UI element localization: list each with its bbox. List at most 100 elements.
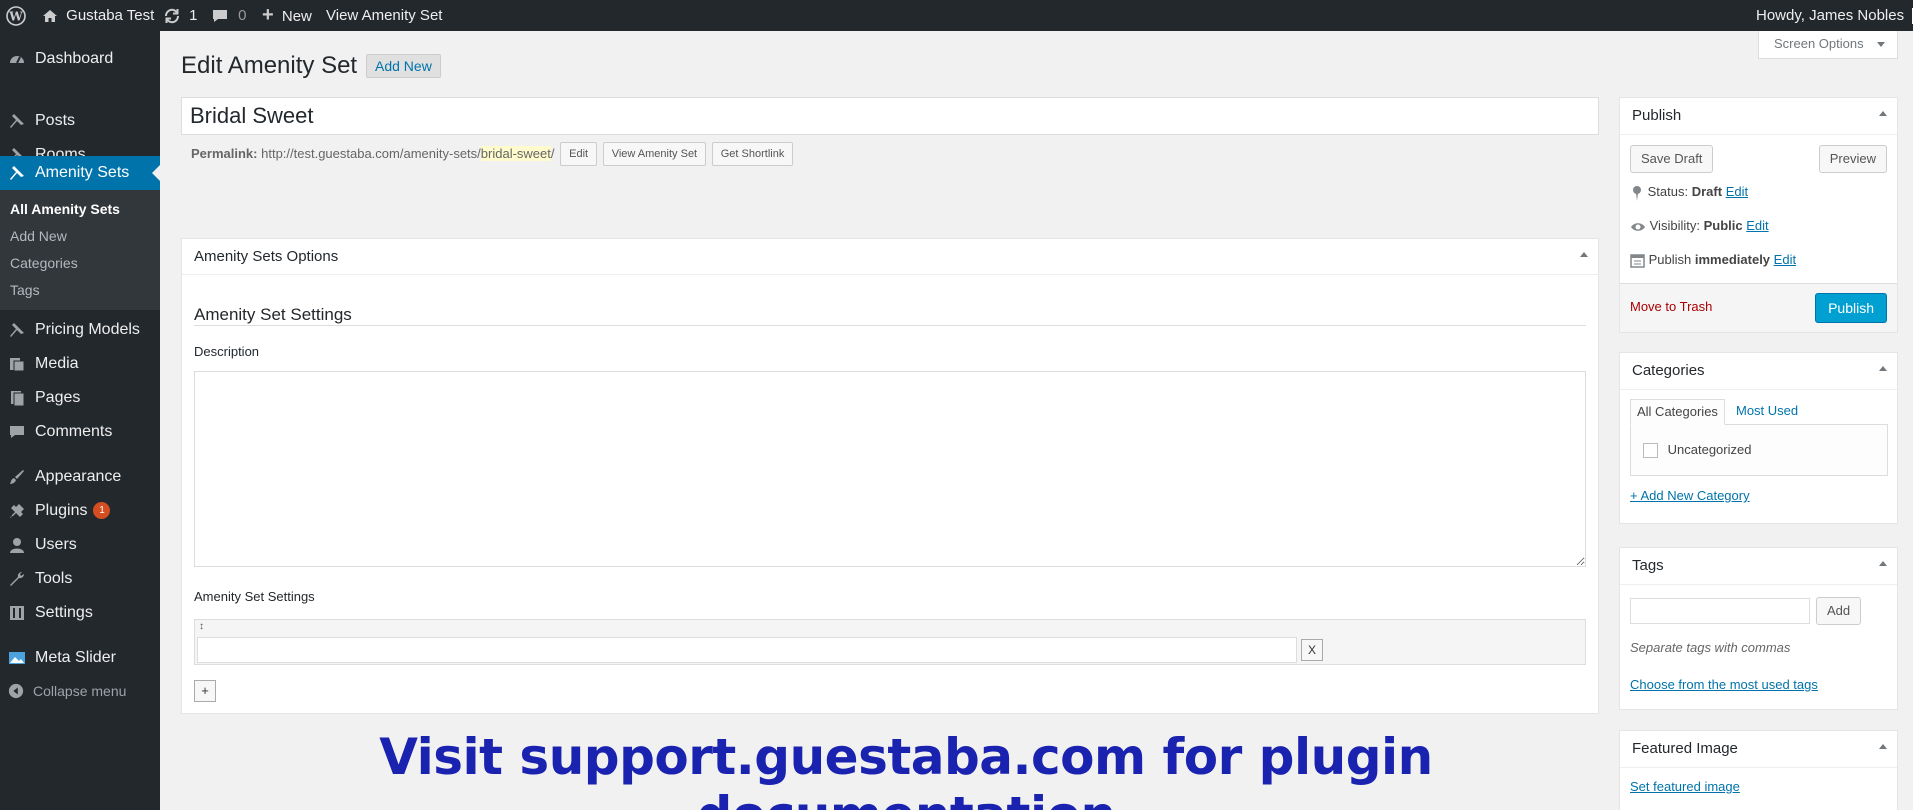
menu-item-media[interactable]: Media: [0, 347, 160, 381]
get-shortlink-button[interactable]: Get Shortlink: [711, 142, 794, 166]
user-icon: [10, 538, 24, 553]
move-to-trash-link[interactable]: Move to Trash: [1630, 299, 1712, 314]
dashboard-icon: [10, 56, 24, 64]
save-draft-button[interactable]: Save Draft: [1630, 145, 1714, 173]
collapse-toggle-icon[interactable]: [1580, 252, 1588, 257]
tab-all-categories[interactable]: All Categories: [1630, 399, 1725, 425]
description-label: Description: [194, 344, 260, 359]
add-new-button[interactable]: Add New: [366, 54, 441, 78]
tab-most-used[interactable]: Most Used: [1736, 399, 1798, 425]
menu-item-dashboard[interactable]: Dashboard: [0, 42, 160, 76]
visibility-label: Visibility:: [1649, 218, 1700, 233]
set-featured-image-link[interactable]: Set featured image: [1630, 779, 1740, 794]
collapse-toggle-icon[interactable]: [1879, 744, 1887, 749]
comment-icon: [10, 426, 24, 438]
box-title: Featured Image: [1632, 740, 1738, 757]
submenu-add-new[interactable]: Add New: [10, 228, 67, 244]
menu-item-pages[interactable]: Pages: [0, 381, 160, 415]
box-title: Tags: [1632, 557, 1664, 574]
wrench-icon: [10, 571, 25, 586]
collapse-toggle-icon[interactable]: [1879, 366, 1887, 371]
collapse-toggle-icon[interactable]: [1879, 111, 1887, 116]
box-title: Publish: [1632, 107, 1682, 124]
site-home-link[interactable]: Gustaba Test: [42, 0, 154, 31]
edit-status-link[interactable]: Edit: [1726, 184, 1748, 199]
menu-item-posts[interactable]: Posts: [0, 104, 160, 138]
menu-item-settings[interactable]: Settings: [0, 596, 160, 630]
menu-item-pricing-models[interactable]: Pricing Models: [0, 313, 160, 347]
menu-label: Settings: [35, 604, 93, 621]
publish-date-value: immediately: [1694, 252, 1771, 267]
documentation-banner: Visit support.guestaba.com for plugin do…: [379, 728, 1433, 810]
menu-label: Appearance: [35, 468, 122, 485]
box-header[interactable]: Tags: [1620, 548, 1897, 585]
comments-link[interactable]: 0: [212, 0, 247, 31]
menu-item-appearance[interactable]: Appearance: [0, 460, 160, 494]
settings-label: Amenity Set Settings: [194, 589, 315, 604]
pushpin-icon: [10, 323, 24, 337]
menu-item-comments[interactable]: Comments: [0, 415, 160, 449]
view-amenity-set-link[interactable]: View Amenity Set: [326, 0, 442, 31]
menu-label: Comments: [35, 423, 113, 440]
pages-icon: [11, 391, 25, 407]
menu-item-plugins[interactable]: Plugins 1: [0, 494, 160, 528]
box-header[interactable]: Featured Image: [1620, 731, 1897, 768]
menu-item-amenity-sets[interactable]: Amenity Sets: [0, 156, 160, 190]
menu-item-users[interactable]: Users: [0, 528, 160, 562]
add-new-category-link[interactable]: + Add New Category: [1630, 488, 1750, 503]
tags-hint: Separate tags with commas: [1630, 640, 1791, 655]
menu-label: Media: [35, 355, 79, 372]
box-title: Categories: [1632, 362, 1705, 379]
settings-icon: [10, 606, 24, 620]
choose-tags-link[interactable]: Choose from the most used tags: [1630, 677, 1818, 692]
collapse-menu-button[interactable]: Collapse menu: [0, 674, 160, 708]
publish-button[interactable]: Publish: [1815, 293, 1887, 323]
menu-item-meta-slider[interactable]: Meta Slider: [0, 641, 160, 675]
my-account-link[interactable]: Howdy, James Nobles VF: [1756, 0, 1913, 31]
visibility-row: Visibility: Public Edit: [1630, 218, 1769, 233]
box-header[interactable]: Categories: [1620, 353, 1897, 390]
slider-icon: [9, 652, 25, 664]
view-amenity-set-button[interactable]: View Amenity Set: [602, 142, 707, 166]
permalink-end: /: [550, 146, 555, 161]
menu-label: Plugins 1: [35, 494, 111, 528]
amenity-sets-options-box: Amenity Sets Options Amenity Set Setting…: [181, 238, 1599, 714]
settings-repeater: ↕ X: [194, 619, 1586, 665]
menu-label: Pages: [35, 389, 81, 406]
wordpress-logo-icon[interactable]: W: [6, 0, 26, 31]
add-row-button[interactable]: +: [194, 680, 216, 702]
screen-options-button[interactable]: Screen Options: [1758, 31, 1898, 59]
tags-input[interactable]: [1630, 598, 1810, 624]
edit-visibility-link[interactable]: Edit: [1746, 218, 1768, 233]
preview-button[interactable]: Preview: [1818, 145, 1887, 173]
section-divider: [194, 325, 1586, 326]
new-content-link[interactable]: + New: [262, 0, 312, 31]
edit-permalink-button[interactable]: Edit: [560, 142, 598, 166]
add-tag-button[interactable]: Add: [1816, 597, 1862, 625]
post-title-input[interactable]: [181, 97, 1599, 135]
amenity-sets-submenu: All Amenity Sets Add New Categories Tags: [0, 190, 160, 310]
permalink-slug[interactable]: bridal-sweet: [480, 146, 551, 161]
description-textarea[interactable]: [194, 371, 1586, 567]
box-header[interactable]: Publish: [1620, 98, 1897, 135]
submenu-categories[interactable]: Categories: [10, 255, 78, 271]
settings-row-input[interactable]: [197, 637, 1297, 663]
tags-box: Tags Add Separate tags with commas Choos…: [1619, 547, 1898, 710]
new-label: New: [281, 8, 312, 25]
menu-item-tools[interactable]: Tools: [0, 562, 160, 596]
permalink-row: Permalink: http://test.guestaba.com/amen…: [191, 142, 794, 166]
category-checkbox[interactable]: [1643, 443, 1658, 459]
drag-handle-icon[interactable]: ↕: [199, 621, 204, 632]
collapse-toggle-icon[interactable]: [1879, 561, 1887, 566]
actions-bar: Move to Trash Publish: [1620, 283, 1897, 332]
remove-row-button[interactable]: X: [1301, 639, 1323, 661]
permalink-base[interactable]: http://test.guestaba.com/amenity-sets/: [261, 146, 481, 161]
edit-publish-date-link[interactable]: Edit: [1774, 252, 1796, 267]
submenu-all-amenity-sets[interactable]: All Amenity Sets: [10, 201, 120, 217]
box-header[interactable]: Amenity Sets Options: [182, 239, 1598, 275]
submenu-tags[interactable]: Tags: [10, 282, 40, 298]
permalink-label: Permalink:: [191, 146, 258, 161]
collapse-arrow-icon: [8, 683, 24, 699]
menu-label: Tools: [35, 570, 73, 587]
updates-link[interactable]: 1: [163, 0, 198, 31]
